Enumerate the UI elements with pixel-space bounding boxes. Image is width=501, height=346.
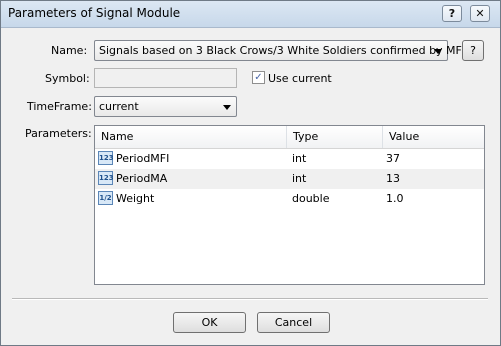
timeframe-dropdown-value: current [99, 100, 139, 113]
timeframe-label: TimeFrame: [27, 100, 92, 113]
table-header: Name Type Value [95, 126, 484, 149]
symbol-label: Symbol: [45, 72, 90, 85]
close-button[interactable]: ✕ [470, 5, 490, 22]
ok-button[interactable]: OK [173, 312, 246, 333]
window-title: Parameters of Signal Module [8, 6, 181, 20]
param-type: int [292, 172, 307, 185]
name-dropdown-value: Signals based on 3 Black Crows/3 White S… [99, 44, 466, 57]
name-help-button[interactable]: ? [462, 40, 484, 61]
param-value[interactable]: 37 [386, 149, 400, 169]
integer-param-icon: 123 [98, 151, 114, 165]
timeframe-dropdown[interactable]: current [94, 96, 237, 117]
parameters-label: Parameters: [25, 127, 92, 140]
parameters-dialog: Parameters of Signal Module ? ✕ Name: Si… [0, 0, 501, 346]
chevron-down-icon [223, 105, 231, 110]
use-current-checkbox[interactable]: ✓ [252, 71, 265, 84]
table-row[interactable]: 123 PeriodMFI int 37 [95, 149, 484, 169]
table-row[interactable]: 1/2 Weight double 1.0 [95, 189, 484, 209]
param-value[interactable]: 1.0 [386, 189, 404, 209]
param-name: PeriodMA [116, 172, 168, 185]
use-current-label: Use current [268, 72, 332, 85]
name-label: Name: [51, 44, 88, 57]
fraction-param-icon: 1/2 [98, 191, 113, 205]
integer-param-icon: 123 [98, 171, 114, 185]
cancel-button[interactable]: Cancel [257, 312, 330, 333]
column-header-value[interactable]: Value [383, 126, 484, 148]
title-help-button[interactable]: ? [442, 5, 462, 22]
table-row[interactable]: 123 PeriodMA int 13 [95, 169, 484, 189]
name-dropdown[interactable]: Signals based on 3 Black Crows/3 White S… [94, 40, 465, 61]
parameters-table[interactable]: Name Type Value 123 PeriodMFI int 37 123… [94, 125, 485, 285]
column-header-name[interactable]: Name [95, 126, 287, 148]
column-header-type[interactable]: Type [287, 126, 383, 148]
title-bar: Parameters of Signal Module ? ✕ [1, 1, 500, 28]
footer-divider [12, 298, 488, 300]
param-type: double [292, 192, 330, 205]
param-type: int [292, 152, 307, 165]
chevron-down-icon [434, 49, 442, 54]
param-value[interactable]: 13 [386, 169, 400, 189]
param-name: Weight [116, 192, 155, 205]
param-name: PeriodMFI [116, 152, 170, 165]
symbol-field[interactable] [94, 68, 237, 88]
